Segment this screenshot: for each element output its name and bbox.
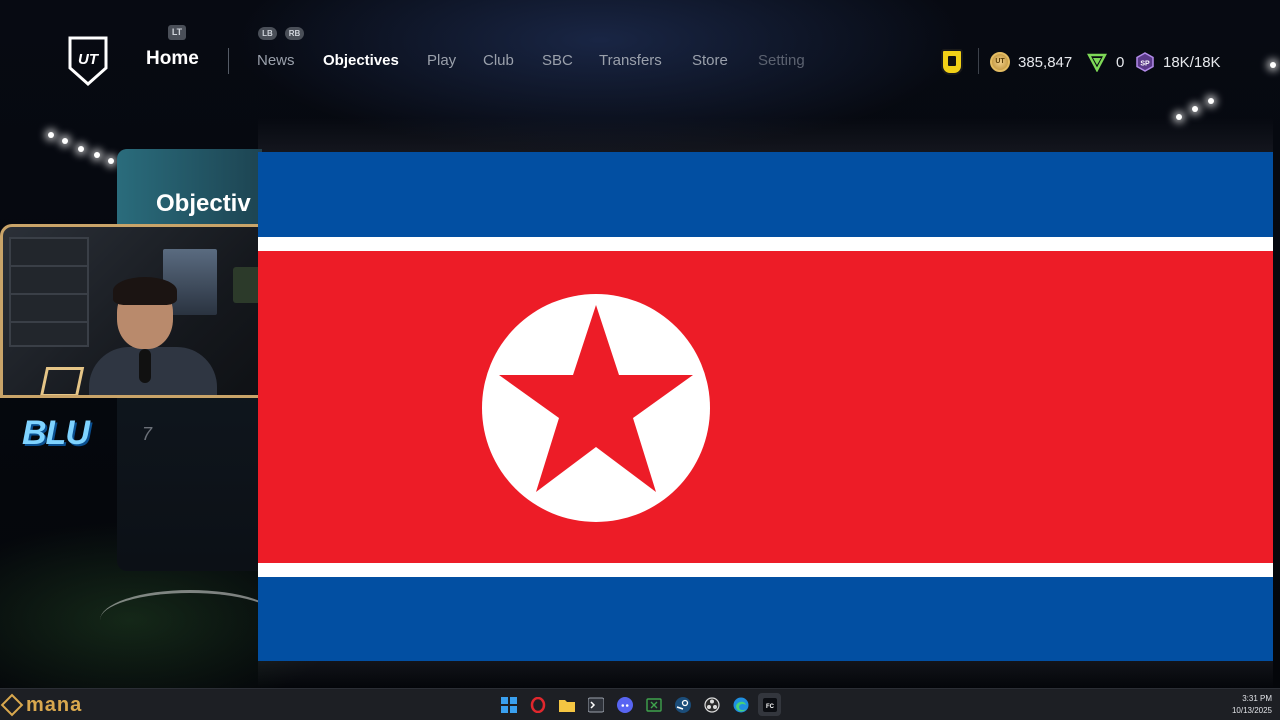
sp-icon-label: SP — [1140, 61, 1150, 68]
clock-time: 3:31 PM — [1242, 694, 1272, 703]
coin-icon: UT — [990, 52, 1010, 72]
streamer-logo-icon — [39, 367, 85, 395]
coins-value: 385,847 — [1018, 53, 1073, 71]
particle-overlay — [258, 661, 1273, 688]
club-badge-icon[interactable] — [941, 49, 963, 75]
edge-icon[interactable] — [729, 693, 752, 716]
fc-game-icon[interactable]: FC — [758, 693, 781, 716]
stadium-light — [78, 146, 84, 152]
lb-button-hint: LB — [258, 27, 277, 40]
lt-button-hint: LT — [168, 25, 186, 40]
sp-value: 18K/18K — [1163, 53, 1221, 71]
steam-icon[interactable] — [671, 693, 694, 716]
stadium-light — [108, 158, 114, 164]
file-explorer-icon[interactable] — [555, 693, 578, 716]
mana-logo-icon — [0, 693, 24, 717]
opera-icon[interactable] — [526, 693, 549, 716]
north-korea-flag — [258, 152, 1273, 661]
xbox-icon[interactable] — [642, 693, 665, 716]
tab-settings[interactable]: Setting — [758, 52, 805, 69]
tab-objectives[interactable]: Objectives — [323, 52, 399, 69]
sponsor-logo-mark: 7 — [142, 424, 153, 444]
points-value: 0 — [1116, 53, 1125, 71]
particle-overlay — [258, 118, 1273, 152]
windows-icon[interactable] — [497, 693, 520, 716]
svg-text:UT: UT — [78, 51, 100, 68]
stadium-light — [62, 138, 68, 144]
windows-taskbar: mana FC 3:31 PM 10/13/2025 — [0, 688, 1280, 720]
top-navigation: UT LT Home LB RB News Objectives Play Cl… — [0, 0, 1280, 120]
streamer-hair — [113, 277, 177, 305]
ut-logo-icon[interactable]: UT — [68, 36, 108, 86]
taskbar-apps: FC — [497, 693, 781, 716]
tab-play[interactable]: Play — [427, 52, 456, 69]
objectives-card-title: Objectiv — [156, 190, 251, 217]
stadium-light — [94, 152, 100, 158]
system-clock[interactable]: 3:31 PM 10/13/2025 — [1212, 693, 1272, 717]
flag-red-star-icon — [499, 305, 693, 492]
flag-red-band — [258, 251, 1273, 563]
terminal-icon[interactable] — [584, 693, 607, 716]
home-tab[interactable]: Home — [146, 48, 199, 70]
nav-divider — [228, 48, 229, 74]
discord-icon[interactable] — [613, 693, 636, 716]
stadium-light — [48, 132, 54, 138]
tab-store[interactable]: Store — [692, 52, 728, 69]
pitch-line — [100, 590, 280, 650]
microphone-icon — [139, 349, 151, 383]
svg-text:FC: FC — [766, 704, 775, 710]
sp-display: SP 18K/18K — [1135, 51, 1221, 73]
coins-display: UT 385,847 — [990, 51, 1072, 73]
mana-logo-text: mana — [26, 693, 83, 716]
tab-club[interactable]: Club — [483, 52, 514, 69]
currency-divider — [978, 48, 979, 74]
mana-logo: mana — [0, 693, 83, 717]
tab-transfers[interactable]: Transfers — [599, 52, 662, 69]
streamer-body — [89, 347, 217, 395]
fc-points-icon — [1087, 53, 1107, 72]
rb-button-hint: RB — [285, 27, 304, 40]
sponsor-logo: BLU — [22, 414, 90, 452]
webcam-shelf — [9, 237, 89, 347]
obs-icon[interactable] — [700, 693, 723, 716]
tab-sbc[interactable]: SBC — [542, 52, 573, 69]
points-display: 0 — [1087, 51, 1124, 73]
tab-news[interactable]: News — [257, 52, 295, 69]
season-points-icon: SP — [1136, 52, 1154, 72]
clock-date: 10/13/2025 — [1231, 706, 1272, 715]
webcam-streamer — [83, 277, 223, 395]
